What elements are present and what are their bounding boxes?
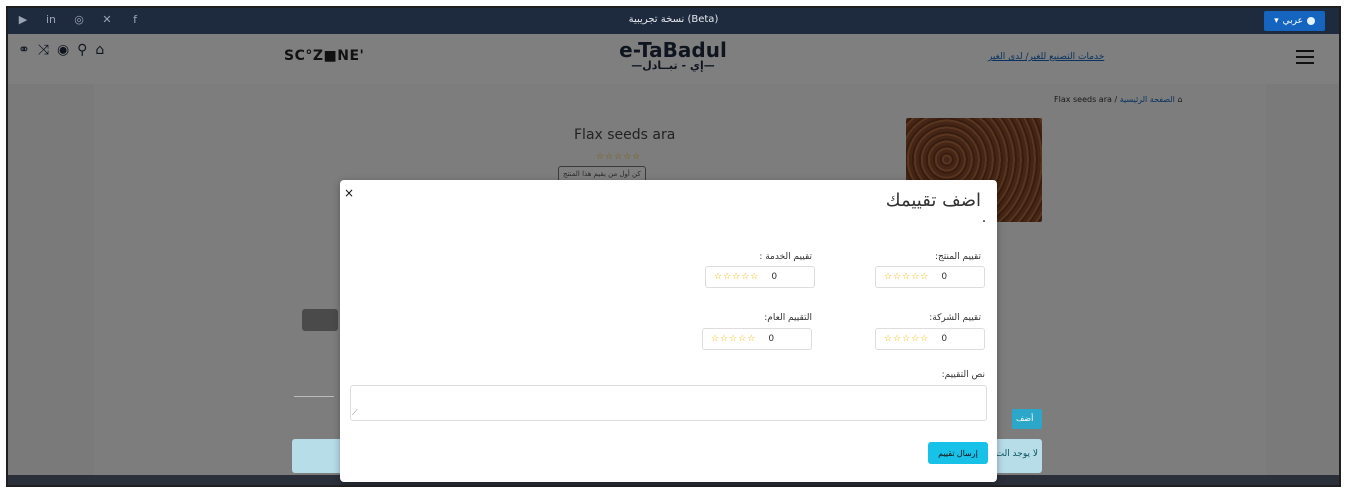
submit-review-button[interactable]: إرسال تقييم (928, 442, 988, 464)
review-text-field[interactable] (350, 385, 987, 421)
beta-label: نسخة تجريبية (Beta) (628, 14, 719, 25)
browser-frame: ▶ in ◎ ✕ f نسخة تجريبية (Beta) ▾ عربي ⚭ … (6, 6, 1341, 487)
service-rating-label: تقييم الخدمة : (759, 252, 812, 262)
background-add-review-button: أضف تقيي (1012, 409, 1042, 429)
language-selector[interactable]: ▾ عربي (1264, 11, 1325, 31)
product-rating-stars[interactable]: ☆☆☆☆☆ (884, 272, 929, 282)
company-rating-label: تقييم الشركة: (929, 313, 981, 323)
company-rating-input[interactable]: ☆☆☆☆☆ 0 (875, 328, 985, 350)
service-rating-input[interactable]: ☆☆☆☆☆ 0 (705, 266, 815, 288)
product-rating-input[interactable]: ☆☆☆☆☆ 0 (875, 266, 985, 288)
service-rating-value: 0 (771, 272, 778, 282)
overall-rating-value: 0 (768, 334, 775, 344)
background-dark-button (302, 309, 338, 331)
company-rating-stars[interactable]: ☆☆☆☆☆ (884, 334, 929, 344)
service-rating-stars[interactable]: ☆☆☆☆☆ (714, 272, 759, 282)
overall-rating-label: التقييم العام: (764, 313, 812, 323)
product-rating-value: 0 (941, 272, 948, 282)
background-divider (294, 396, 334, 397)
globe-icon (1307, 17, 1315, 25)
review-text-label: نص التقييم: (941, 370, 985, 380)
language-dropdown-icon: ▾ (1274, 16, 1279, 26)
overall-rating-stars[interactable]: ☆☆☆☆☆ (711, 334, 756, 344)
close-icon[interactable]: × (344, 186, 354, 200)
top-bar: ▶ in ◎ ✕ f نسخة تجريبية (Beta) ▾ عربي (8, 8, 1339, 34)
add-review-modal: × اضف تقييمك تقييم المنتج: ☆☆☆☆☆ 0 تقييم… (340, 180, 997, 482)
company-rating-value: 0 (941, 334, 948, 344)
product-rating-label: تقييم المنتج: (934, 252, 981, 262)
no-reviews-text: لا يوجد الت (995, 449, 1038, 459)
resize-handle-icon[interactable]: ⟋ (352, 408, 358, 481)
language-label: عربي (1282, 16, 1303, 26)
overall-rating-input[interactable]: ☆☆☆☆☆ 0 (702, 328, 812, 350)
modal-title: اضف تقييمك (885, 190, 981, 211)
modal-dot (983, 220, 985, 222)
